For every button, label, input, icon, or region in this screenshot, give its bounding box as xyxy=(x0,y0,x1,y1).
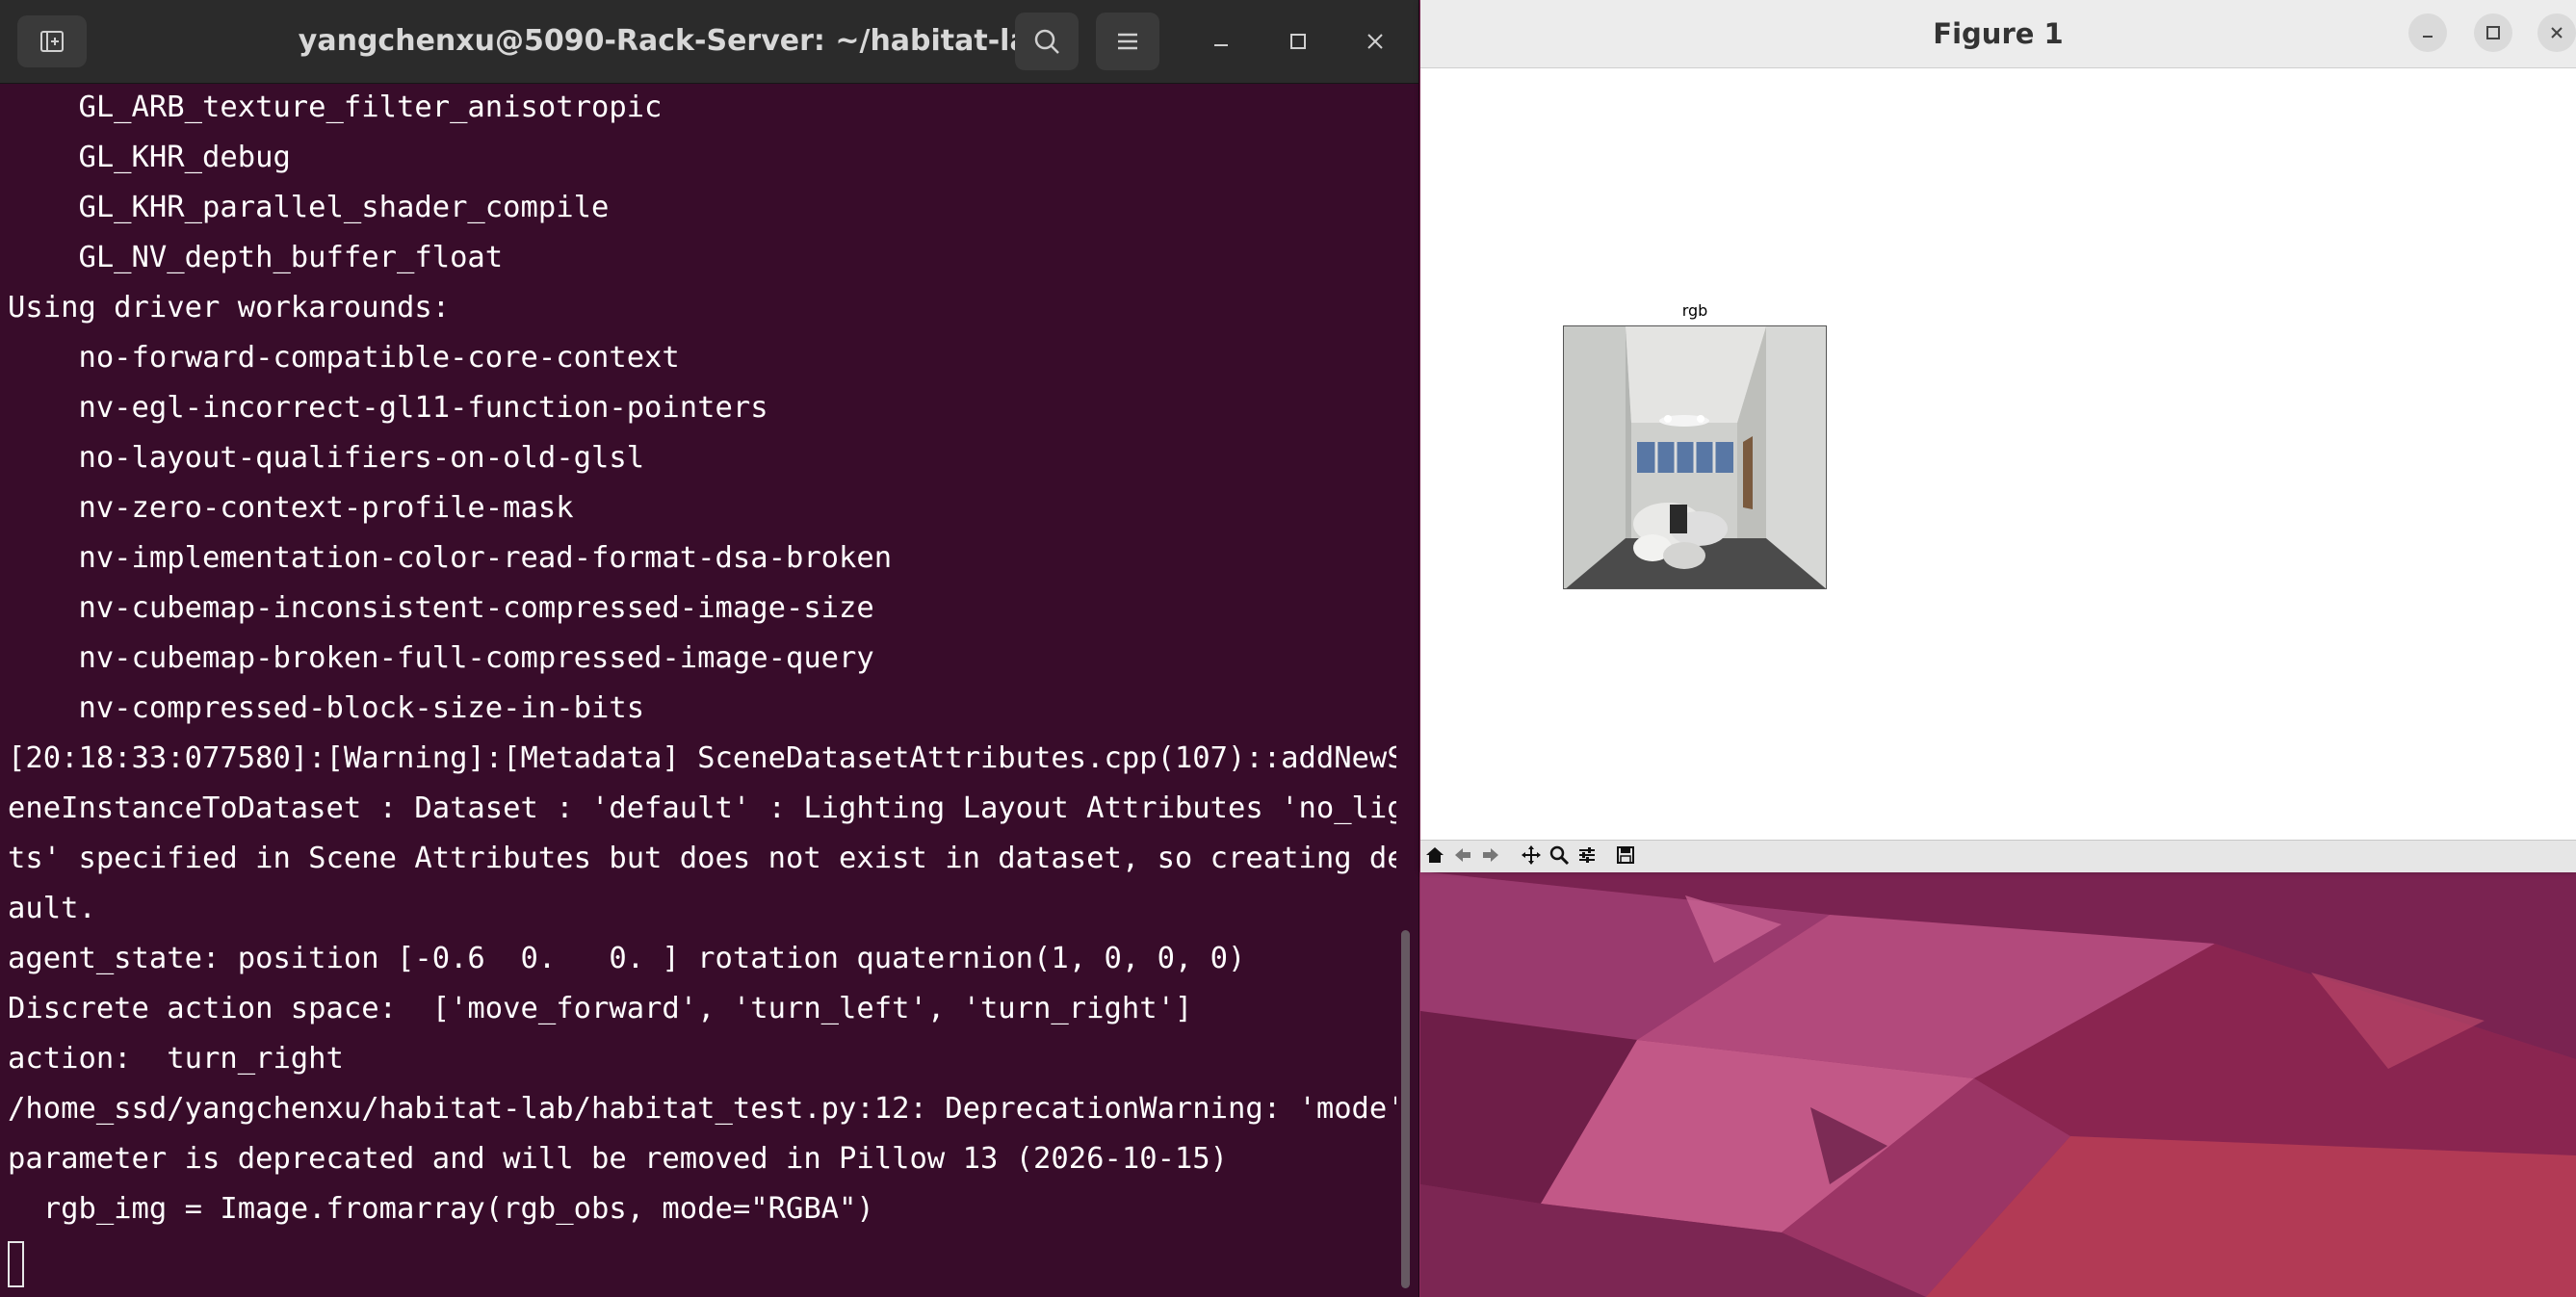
terminal-line: agent_state: position [-0.6 0. 0. ] rota… xyxy=(8,942,1246,975)
close-icon xyxy=(2551,27,2563,39)
save-button[interactable] xyxy=(1612,842,1639,869)
back-arrow-icon xyxy=(1455,848,1470,862)
terminal-line: GL_KHR_parallel_shader_compile xyxy=(8,191,610,224)
terminal-line: GL_ARB_texture_filter_anisotropic xyxy=(8,91,663,124)
zoom-button[interactable] xyxy=(1546,842,1573,869)
search-icon xyxy=(1034,29,1059,54)
pan-button[interactable] xyxy=(1518,842,1545,869)
terminal-line: nv-egl-incorrect-gl11-function-pointers xyxy=(8,391,768,425)
new-tab-icon xyxy=(40,31,64,52)
terminal-line: no-layout-qualifiers-on-old-glsl xyxy=(8,441,645,475)
zoom-icon xyxy=(1549,845,1570,866)
hamburger-menu-icon xyxy=(1118,33,1137,50)
figure-header-bar[interactable]: Figure 1 xyxy=(1420,0,2576,68)
maximize-button[interactable] xyxy=(1276,19,1320,64)
terminal-line: no-forward-compatible-core-context xyxy=(8,341,680,375)
terminal-line: [20:18:33:077580]:[Warning]:[Metadata] S… xyxy=(8,741,1396,775)
terminal-line: Discrete action space: ['move_forward', … xyxy=(8,992,1193,1025)
terminal-line: /home_ssd/yangchenxu/habitat-lab/habitat… xyxy=(8,1092,1396,1126)
figure-minimize-button[interactable] xyxy=(2408,13,2447,52)
terminal-window[interactable]: yangchenxu@5090-Rack-Server: ~/habitat-l… xyxy=(0,0,1419,1297)
minimize-icon xyxy=(2423,36,2433,38)
terminal-title: yangchenxu@5090-Rack-Server: ~/habitat-l… xyxy=(298,24,1051,58)
configure-subplots-button[interactable] xyxy=(1574,842,1600,869)
minimize-icon xyxy=(1214,44,1228,46)
new-tab-button[interactable] xyxy=(17,15,87,67)
terminal-line: nv-zero-context-profile-mask xyxy=(8,491,574,525)
configure-subplots-icon xyxy=(1579,847,1595,863)
terminal-line: eneInstanceToDataset : Dataset : 'defaul… xyxy=(8,791,1396,825)
forward-button[interactable] xyxy=(1477,842,1504,869)
save-icon xyxy=(1617,846,1634,864)
terminal-line: rgb_img = Image.fromarray(rgb_obs, mode=… xyxy=(8,1192,874,1226)
terminal-line: Using driver workarounds: xyxy=(8,291,451,324)
figure-maximize-button[interactable] xyxy=(2474,13,2512,52)
terminal-line: ts' specified in Scene Attributes but do… xyxy=(8,842,1396,875)
close-button[interactable] xyxy=(1353,19,1397,64)
figure-close-button[interactable] xyxy=(2537,13,2576,52)
terminal-scrollbar[interactable] xyxy=(1401,930,1410,1288)
terminal-line: nv-compressed-block-size-in-bits xyxy=(8,691,645,725)
home-button[interactable] xyxy=(1421,842,1448,869)
forward-arrow-icon xyxy=(1483,848,1498,862)
terminal-line: GL_NV_depth_buffer_float xyxy=(8,241,504,274)
terminal-line: ault. xyxy=(8,892,96,925)
home-icon xyxy=(1426,847,1444,863)
figure-title: Figure 1 xyxy=(1933,17,2064,50)
plot-title: rgb xyxy=(1681,301,1708,320)
menu-button[interactable] xyxy=(1096,13,1159,70)
maximize-icon xyxy=(2486,26,2500,39)
back-button[interactable] xyxy=(1449,842,1476,869)
search-button[interactable] xyxy=(1015,13,1079,70)
close-icon xyxy=(1367,34,1383,49)
terminal-line: nv-implementation-color-read-format-dsa-… xyxy=(8,541,893,575)
terminal-output[interactable]: GL_ARB_texture_filter_anisotropic GL_KHR… xyxy=(0,83,1396,1297)
terminal-cursor xyxy=(8,1241,24,1287)
minimize-button[interactable] xyxy=(1199,19,1243,64)
rgb-observation-image xyxy=(1563,325,1827,589)
pan-icon xyxy=(1522,845,1541,865)
terminal-line: GL_KHR_debug xyxy=(8,141,291,174)
maximize-icon xyxy=(1290,34,1306,49)
terminal-line: nv-cubemap-inconsistent-compressed-image… xyxy=(8,591,874,625)
terminal-header-bar[interactable]: yangchenxu@5090-Rack-Server: ~/habitat-l… xyxy=(0,0,1418,84)
terminal-line: nv-cubemap-broken-full-compressed-image-… xyxy=(8,641,874,675)
terminal-line: action: turn_right xyxy=(8,1042,344,1076)
terminal-line: parameter is deprecated and will be remo… xyxy=(8,1142,1229,1176)
